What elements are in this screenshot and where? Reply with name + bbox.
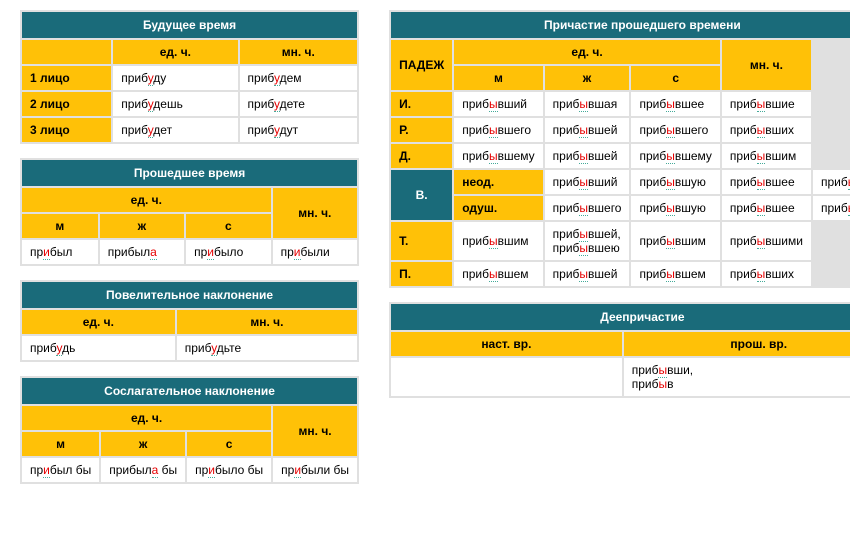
case-acc: В.: [391, 170, 452, 220]
header-f: ж: [101, 432, 185, 456]
cell: прибывшем: [454, 262, 542, 286]
cell: прибывший: [545, 170, 630, 194]
cell: прибывшее: [722, 170, 811, 194]
cell: прибывший: [454, 92, 542, 116]
header-sg: ед. ч.: [113, 40, 237, 64]
header-m: м: [454, 66, 542, 90]
cell: прибывшую: [631, 196, 719, 220]
cell: прибывшие: [813, 170, 850, 194]
cell: прибудьте: [177, 336, 357, 360]
cell: прибывшую: [631, 170, 719, 194]
case-acc-anim: одуш.: [454, 196, 542, 220]
participle-table: Причастие прошедшего времени ПАДЕЖед. ч.…: [389, 10, 850, 288]
header-m: м: [22, 432, 99, 456]
gerund-table: Деепричастие наст. вр.прош. вр. прибывши…: [389, 302, 850, 398]
header-n: с: [186, 214, 271, 238]
case-prep: П.: [391, 262, 452, 286]
future-tense-table: Будущее время ед. ч.мн. ч. 1 лицо прибуд…: [20, 10, 359, 144]
cell: прибывшими: [722, 222, 811, 260]
header-sg: ед. ч.: [22, 310, 175, 334]
cell: прибывших: [813, 196, 850, 220]
case-gen: Р.: [391, 118, 452, 142]
cell: прибывшей: [545, 118, 630, 142]
cell: прибывшей: [545, 262, 630, 286]
cell: прибыли бы: [273, 458, 357, 482]
imperative-title: Повелительное наклонение: [22, 282, 357, 308]
cell: прибывшее: [631, 92, 719, 116]
header-present: наст. вр.: [391, 332, 622, 356]
right-column: Причастие прошедшего времени ПАДЕЖед. ч.…: [389, 10, 850, 398]
cell: прибывших: [722, 118, 811, 142]
subjunctive-title: Сослагательное наклонение: [22, 378, 357, 404]
past-title: Прошедшее время: [22, 160, 357, 186]
row-3person: 3 лицо: [22, 118, 111, 142]
cell: прибывшем: [631, 262, 719, 286]
header-pl: мн. ч.: [273, 406, 357, 456]
header-sg: ед. ч.: [454, 40, 720, 64]
cell: прибывшее: [722, 196, 811, 220]
cell: прибыли: [273, 240, 357, 264]
header-pl: мн. ч.: [273, 188, 357, 238]
row-1person: 1 лицо: [22, 66, 111, 90]
case-nom: И.: [391, 92, 452, 116]
header-sg: ед. ч.: [22, 406, 271, 430]
case-acc-inan: неод.: [454, 170, 542, 194]
header-f: ж: [100, 214, 184, 238]
header-pl: мн. ч.: [722, 40, 811, 90]
cell: прибывшие: [722, 92, 811, 116]
gerund-title: Деепричастие: [391, 304, 850, 330]
cell: прибывшая: [545, 92, 630, 116]
subjunctive-table: Сослагательное наклонение ед. ч.мн. ч. м…: [20, 376, 359, 484]
cell-empty: [391, 358, 622, 396]
cell: прибыла: [100, 240, 184, 264]
cell: прибывшему: [454, 144, 542, 168]
cell: прибудешь: [113, 92, 237, 116]
cell: прибыло бы: [187, 458, 271, 482]
header-sg: ед. ч.: [22, 188, 271, 212]
header-f: ж: [545, 66, 630, 90]
cell: прибывшим: [631, 222, 719, 260]
case-dat: Д.: [391, 144, 452, 168]
header-m: м: [22, 214, 98, 238]
imperative-table: Повелительное наклонение ед. ч.мн. ч. пр…: [20, 280, 359, 362]
case-ins: Т.: [391, 222, 452, 260]
header-pl: мн. ч.: [240, 40, 358, 64]
cell: прибывшему: [631, 144, 719, 168]
cell: прибудет: [113, 118, 237, 142]
cell: прибыл бы: [22, 458, 99, 482]
cell: прибывшей: [545, 144, 630, 168]
row-2person: 2 лицо: [22, 92, 111, 116]
cell: прибыло: [186, 240, 271, 264]
cell: прибывшей,прибывшею: [545, 222, 630, 260]
header-n: с: [187, 432, 271, 456]
cell: прибывших: [722, 262, 811, 286]
cell: прибывшим: [454, 222, 542, 260]
header-case: ПАДЕЖ: [391, 40, 452, 90]
cell: прибудь: [22, 336, 175, 360]
participle-title: Причастие прошедшего времени: [391, 12, 850, 38]
cell: прибывши,прибыв: [624, 358, 850, 396]
cell: прибывшего: [631, 118, 719, 142]
cell: прибыл: [22, 240, 98, 264]
cell: прибыла бы: [101, 458, 185, 482]
future-title: Будущее время: [22, 12, 357, 38]
header-past: прош. вр.: [624, 332, 850, 356]
cell: прибудем: [240, 66, 358, 90]
cell: прибудете: [240, 92, 358, 116]
cell: прибуду: [113, 66, 237, 90]
past-tense-table: Прошедшее время ед. ч.мн. ч. мжс прибыл …: [20, 158, 359, 266]
header-pl: мн. ч.: [177, 310, 357, 334]
left-column: Будущее время ед. ч.мн. ч. 1 лицо прибуд…: [20, 10, 359, 484]
cell: прибудут: [240, 118, 358, 142]
cell: прибывшего: [454, 118, 542, 142]
header-n: с: [631, 66, 719, 90]
cell: прибывшим: [722, 144, 811, 168]
cell: прибывшего: [545, 196, 630, 220]
